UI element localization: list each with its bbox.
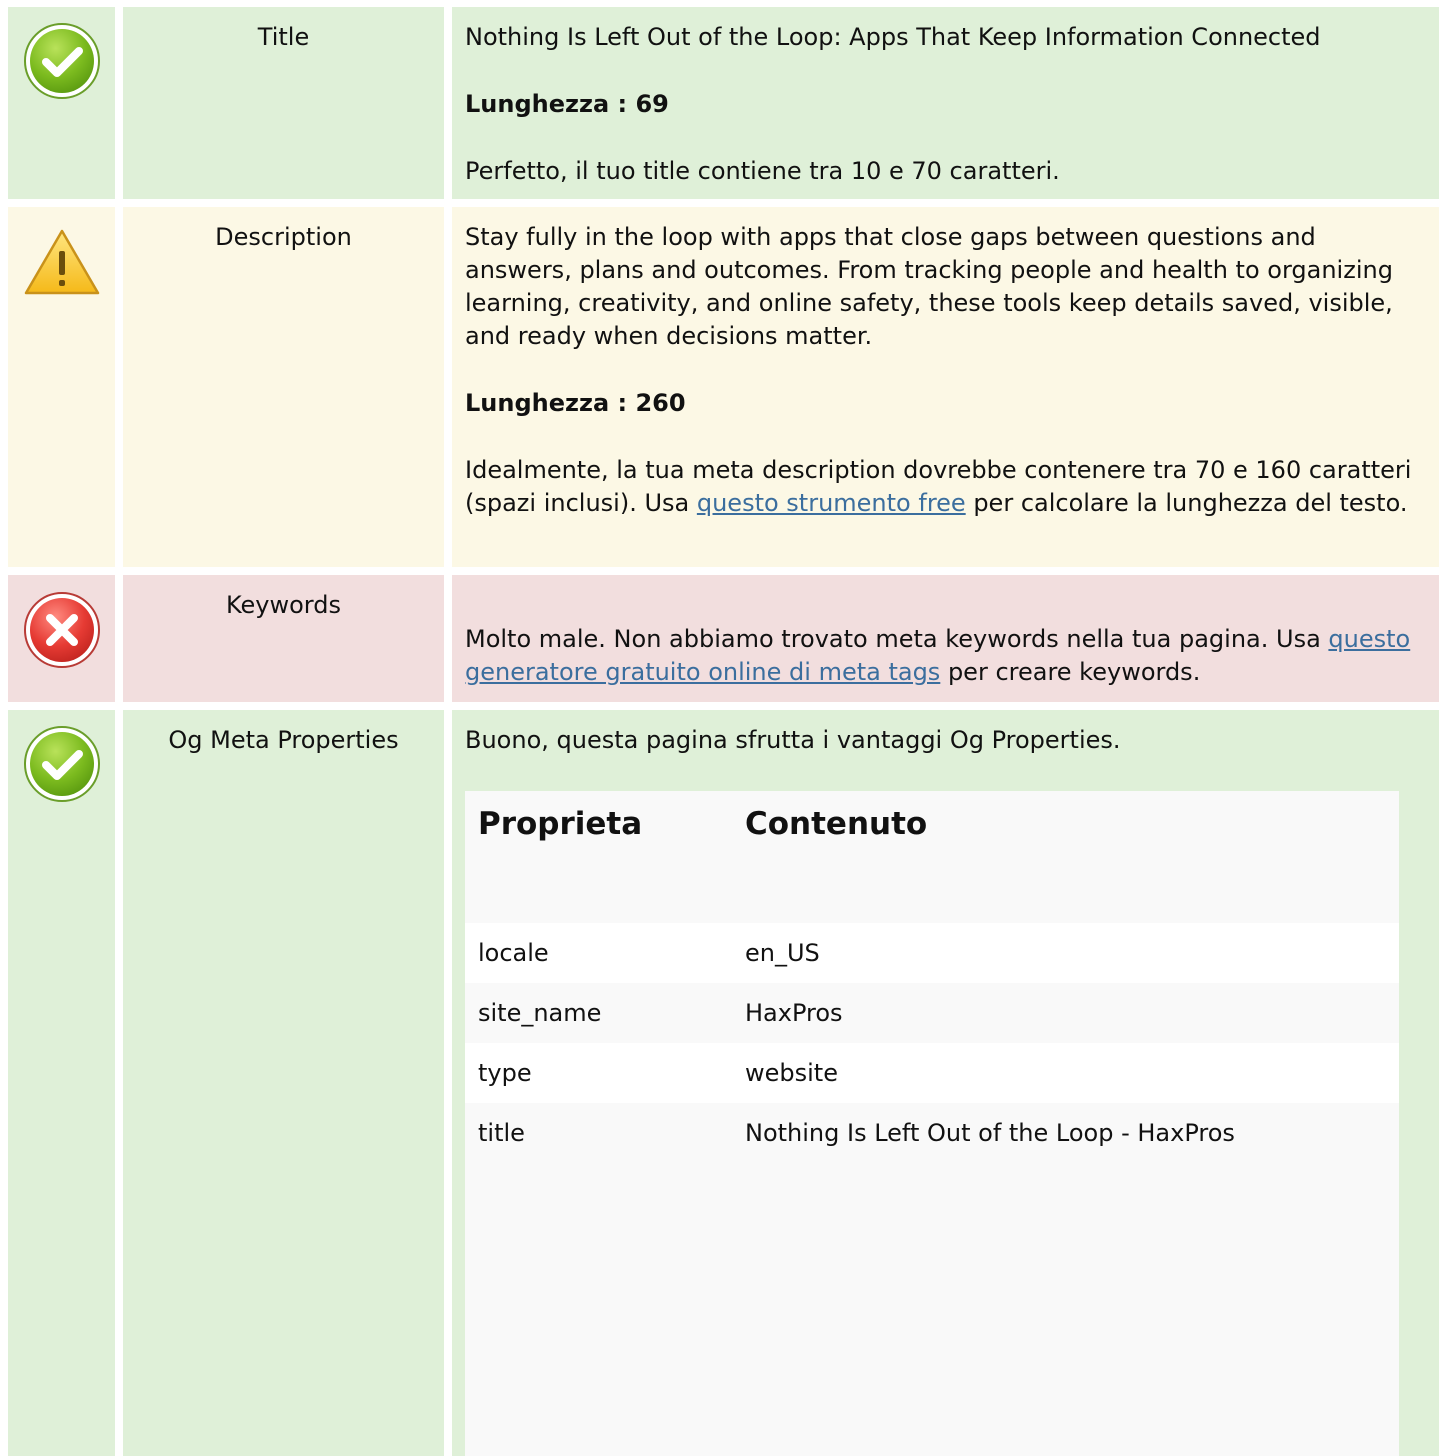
description-note: Idealmente, la tua meta description dovr…	[465, 454, 1425, 520]
og-note: Buono, questa pagina sfrutta i vantaggi …	[465, 726, 1121, 754]
keywords-note-after: per creare keywords.	[940, 658, 1201, 686]
title-label-cell: Title	[123, 7, 444, 199]
keywords-status-cell	[8, 575, 115, 702]
keywords-note: Molto male. Non abbiamo trovato meta key…	[465, 623, 1425, 689]
description-label: Description	[215, 223, 352, 251]
og-property-key: site_name	[478, 999, 602, 1027]
og-property-value: en_US	[745, 939, 820, 967]
table-row: locale en_US	[465, 923, 1399, 983]
free-tool-link[interactable]: questo strumento free	[697, 489, 966, 517]
og-property-value: Nothing Is Left Out of the Loop - HaxPro…	[745, 1119, 1235, 1147]
keywords-label: Keywords	[225, 591, 341, 619]
table-row: site_name HaxPros	[465, 983, 1399, 1043]
og-property-value: website	[745, 1059, 838, 1087]
description-content-cell: Stay fully in the loop with apps that cl…	[452, 207, 1439, 567]
og-label-cell: Og Meta Properties	[123, 710, 444, 1456]
check-circle-icon	[22, 21, 102, 101]
og-table-header: Proprieta Contenuto	[465, 791, 1399, 923]
warning-triangle-icon	[22, 225, 102, 305]
table-row: type website	[465, 1043, 1399, 1103]
keywords-note-before: Molto male. Non abbiamo trovato meta key…	[465, 625, 1329, 653]
seo-report: Title Nothing Is Left Out of the Loop: A…	[0, 0, 1445, 1456]
title-label: Title	[257, 23, 310, 51]
og-header-property: Proprieta	[478, 806, 643, 842]
keywords-row: Keywords Molto male. Non abbiamo trovato…	[0, 575, 1445, 702]
description-label-cell: Description	[123, 207, 444, 567]
description-status-cell	[8, 207, 115, 567]
check-circle-icon	[22, 724, 102, 804]
og-properties-table: Proprieta Contenuto locale en_US site_na…	[465, 791, 1399, 1456]
og-property-value: HaxPros	[745, 999, 843, 1027]
title-row: Title Nothing Is Left Out of the Loop: A…	[0, 7, 1445, 199]
description-value: Stay fully in the loop with apps that cl…	[465, 223, 1393, 350]
og-header-content: Contenuto	[745, 806, 928, 842]
title-length: Lunghezza : 69	[465, 90, 669, 118]
title-status-cell	[8, 7, 115, 199]
title-value: Nothing Is Left Out of the Loop: Apps Th…	[465, 23, 1321, 51]
og-label: Og Meta Properties	[168, 726, 399, 754]
title-content-cell: Nothing Is Left Out of the Loop: Apps Th…	[452, 7, 1439, 199]
og-property-key: locale	[478, 939, 549, 967]
description-row: Description Stay fully in the loop with …	[0, 207, 1445, 567]
og-property-key: title	[478, 1119, 525, 1147]
og-status-cell	[8, 710, 115, 1456]
title-note: Perfetto, il tuo title contiene tra 10 e…	[465, 157, 1060, 185]
table-row: title Nothing Is Left Out of the Loop - …	[465, 1103, 1399, 1163]
error-cross-icon	[22, 590, 102, 670]
keywords-label-cell: Keywords	[123, 575, 444, 702]
description-note-after: per calcolare la lunghezza del testo.	[965, 489, 1408, 517]
og-property-key: type	[478, 1059, 532, 1087]
description-length: Lunghezza : 260	[465, 389, 686, 417]
keywords-content-cell: Molto male. Non abbiamo trovato meta key…	[452, 575, 1439, 702]
